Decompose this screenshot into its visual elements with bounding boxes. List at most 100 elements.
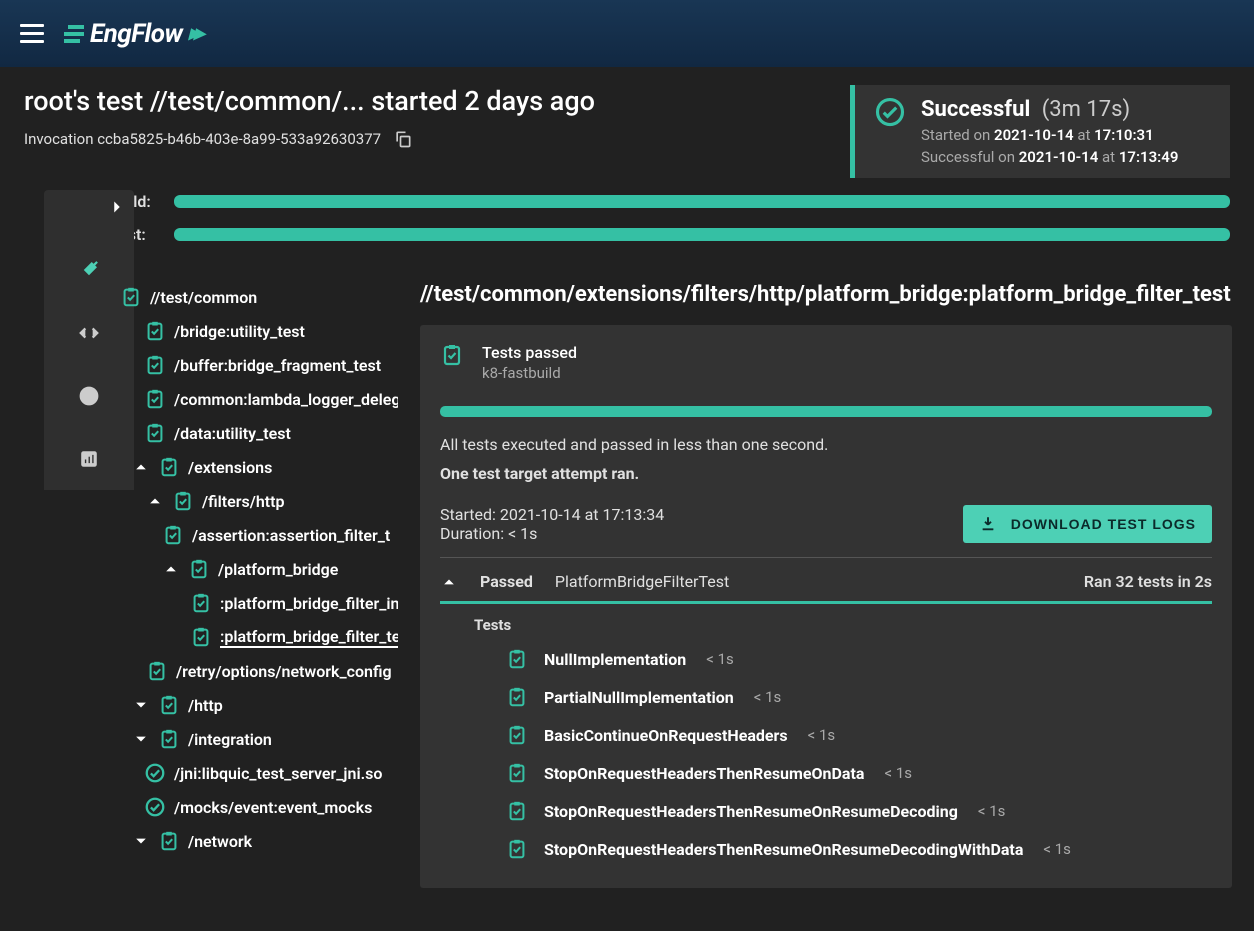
progress-section: Build: Test: <box>0 178 1254 272</box>
download-test-logs-button[interactable]: DOWNLOAD TEST LOGS <box>963 505 1212 543</box>
clipboard-check-icon <box>144 320 166 342</box>
tree-item[interactable]: /extensions <box>112 450 402 484</box>
config-label: k8-fastbuild <box>482 364 577 382</box>
test-name: StopOnRequestHeadersThenResumeOnResumeDe… <box>544 802 958 821</box>
result-label: Tests passed <box>482 343 577 362</box>
tree-item[interactable]: /assertion:assertion_filter_t <box>112 518 402 552</box>
chevron-up-icon[interactable] <box>162 560 180 578</box>
detail-title: //test/common/extensions/filters/http/pl… <box>420 282 1232 307</box>
test-row[interactable]: NullImplementation < 1s <box>440 640 1212 678</box>
result-progress-bar <box>440 406 1212 417</box>
status-duration: (3m 17s) <box>1042 97 1130 122</box>
tree-item[interactable]: /mocks/event:event_mocks <box>112 790 402 824</box>
chevron-up-icon[interactable] <box>132 458 150 476</box>
summary-line-1: All tests executed and passed in less th… <box>440 435 1212 454</box>
tree-item-label: /extensions <box>188 458 272 477</box>
tree-item[interactable]: /common:lambda_logger_delega <box>112 382 402 416</box>
page-header: root's test //test/common/... started 2 … <box>0 67 1254 178</box>
status-panel: Successful (3m 17s) Started on 2021-10-1… <box>850 85 1230 178</box>
tree-item-label: /bridge:utility_test <box>174 322 305 341</box>
test-duration: < 1s <box>1043 840 1071 858</box>
test-progress-bar <box>174 228 1230 241</box>
main-content: //test/common/bridge:utility_test/buffer… <box>0 272 1254 931</box>
build-progress-bar <box>174 195 1230 208</box>
tree-item[interactable]: /buffer:bridge_fragment_test <box>112 348 402 382</box>
tree-item-label: /mocks/event:event_mocks <box>174 798 372 817</box>
tree-item[interactable]: //test/common <box>112 280 402 314</box>
tree-item[interactable]: /integration <box>112 722 402 756</box>
test-duration: < 1s <box>808 726 836 744</box>
clipboard-check-icon <box>190 592 212 614</box>
tree-item[interactable]: :platform_bridge_filter_tes <box>112 620 402 654</box>
logo-arrows-icon: ▸▸ <box>188 21 198 46</box>
target-tree[interactable]: //test/common/bridge:utility_test/buffer… <box>112 272 402 931</box>
test-name: BasicContinueOnRequestHeaders <box>544 726 788 745</box>
suite-summary: Ran 32 tests in 2s <box>1084 572 1212 591</box>
tree-item-label: /data:utility_test <box>174 424 291 443</box>
clipboard-check-icon <box>506 762 528 784</box>
check-icon <box>440 343 464 367</box>
clipboard-check-icon <box>120 286 142 308</box>
chevron-down-icon[interactable] <box>132 696 150 714</box>
tests-heading: Tests <box>474 616 1212 634</box>
tree-item-label: /retry/options/network_config <box>176 662 392 681</box>
test-row[interactable]: PartialNullImplementation < 1s <box>440 678 1212 716</box>
test-name: PartialNullImplementation <box>544 688 734 707</box>
test-duration: < 1s <box>754 688 782 706</box>
tree-item[interactable]: /platform_bridge <box>112 552 402 586</box>
suite-header[interactable]: Passed PlatformBridgeFilterTest Ran 32 t… <box>440 558 1212 604</box>
tree-item-label: /integration <box>188 730 272 749</box>
download-label: DOWNLOAD TEST LOGS <box>1011 516 1196 532</box>
test-duration: < 1s <box>706 650 734 668</box>
tree-item[interactable]: /filters/http <box>112 484 402 518</box>
test-row[interactable]: StopOnRequestHeadersThenResumeOnResumeDe… <box>440 792 1212 830</box>
tree-item[interactable]: /retry/options/network_config <box>112 654 402 688</box>
tree-item-label: /http <box>188 696 223 715</box>
chevron-up-icon[interactable] <box>146 492 164 510</box>
status-label: Successful <box>921 97 1030 122</box>
tree-item[interactable]: :platform_bridge_filter_int <box>112 586 402 620</box>
clipboard-check-icon <box>158 694 180 716</box>
chevron-down-icon[interactable] <box>132 832 150 850</box>
download-icon <box>979 515 997 533</box>
tree-item[interactable]: /data:utility_test <box>112 416 402 450</box>
tree-item-label: /filters/http <box>202 492 285 511</box>
clipboard-check-icon <box>146 660 168 682</box>
hamburger-menu-icon[interactable] <box>20 22 44 46</box>
tree-item[interactable]: /http <box>112 688 402 722</box>
test-row[interactable]: StopOnRequestHeadersThenResumeOnResumeDe… <box>440 830 1212 868</box>
test-duration: < 1s <box>978 802 1006 820</box>
status-finished-line: Successful on 2021-10-14 at 17:13:49 <box>921 148 1178 166</box>
logo-bars-icon <box>64 25 84 43</box>
tree-item-label: /jni:libquic_test_server_jni.so <box>174 764 382 783</box>
tree-item-label: :platform_bridge_filter_int <box>220 594 398 613</box>
copy-icon[interactable] <box>393 129 413 149</box>
tree-item[interactable]: /network <box>112 824 402 858</box>
clipboard-check-icon <box>506 686 528 708</box>
clipboard-check-icon <box>190 626 212 648</box>
tree-item[interactable]: /bridge:utility_test <box>112 314 402 348</box>
test-name: StopOnRequestHeadersThenResumeOnResumeDe… <box>544 840 1023 859</box>
test-row[interactable]: BasicContinueOnRequestHeaders < 1s <box>440 716 1212 754</box>
test-row[interactable]: StopOnRequestHeadersThenResumeOnData< 1s <box>440 754 1212 792</box>
summary-line-2: One test target attempt ran. <box>440 464 1212 483</box>
brand-logo[interactable]: EngFlow ▸▸ <box>64 19 199 49</box>
tree-item[interactable]: /jni:libquic_test_server_jni.so <box>112 756 402 790</box>
test-name: StopOnRequestHeadersThenResumeOnData <box>544 764 864 783</box>
clipboard-check-icon <box>144 388 166 410</box>
chevron-down-icon[interactable] <box>132 730 150 748</box>
chevron-right-icon[interactable] <box>106 196 128 218</box>
clipboard-check-icon <box>506 838 528 860</box>
page-title: root's test //test/common/... started 2 … <box>24 85 595 117</box>
clipboard-check-icon <box>144 354 166 376</box>
tree-item-label: /network <box>188 832 252 851</box>
clipboard-check-icon <box>188 558 210 580</box>
clipboard-check-icon <box>506 648 528 670</box>
test-name: NullImplementation <box>544 650 686 669</box>
chevron-up-icon[interactable] <box>440 573 458 591</box>
check-circle-icon <box>144 762 166 784</box>
clipboard-check-icon <box>158 456 180 478</box>
tree-item-label: /buffer:bridge_fragment_test <box>174 356 381 375</box>
brand-name: EngFlow <box>90 19 182 49</box>
clipboard-check-icon <box>506 800 528 822</box>
